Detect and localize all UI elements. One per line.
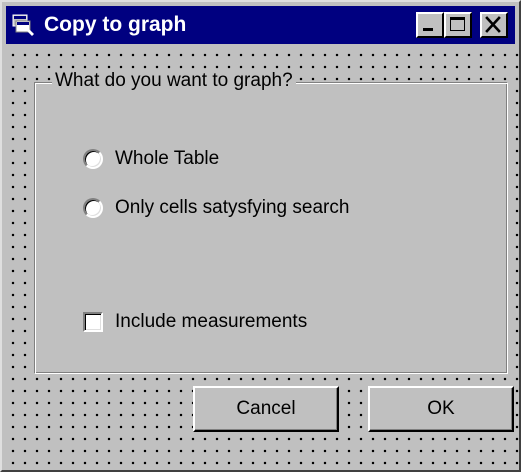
include-measurements-label: Include measurements	[115, 311, 308, 332]
radio-only-cells-label: Only cells satysfying search	[115, 197, 350, 218]
minimize-button[interactable]	[416, 12, 444, 38]
app-icon	[10, 12, 36, 38]
ok-button[interactable]: OK	[368, 386, 514, 432]
group-legend: What do you want to graph?	[52, 69, 296, 93]
close-button[interactable]	[480, 12, 508, 38]
dialog-window: Copy to graph What do you want to graph?…	[0, 0, 521, 472]
radio-whole-table[interactable]: Whole Table	[83, 148, 219, 170]
close-icon	[485, 16, 501, 33]
title-bar[interactable]: Copy to graph	[6, 6, 515, 44]
dialog-client-area: What do you want to graph? Whole Table O…	[6, 46, 519, 470]
radio-button[interactable]	[83, 198, 103, 218]
minimize-icon	[423, 28, 433, 31]
maximize-icon	[450, 17, 465, 31]
radio-button[interactable]	[83, 149, 103, 169]
include-measurements-checkbox[interactable]: Include measurements	[83, 311, 307, 333]
cancel-button[interactable]: Cancel	[193, 386, 339, 432]
radio-whole-table-label: Whole Table	[115, 148, 220, 169]
window-title: Copy to graph	[44, 13, 187, 36]
graph-options-group: What do you want to graph? Whole Table O…	[34, 69, 508, 374]
checkbox[interactable]	[83, 312, 103, 332]
maximize-button[interactable]	[444, 12, 472, 38]
radio-only-cells-satisfying-search[interactable]: Only cells satysfying search	[83, 197, 349, 219]
